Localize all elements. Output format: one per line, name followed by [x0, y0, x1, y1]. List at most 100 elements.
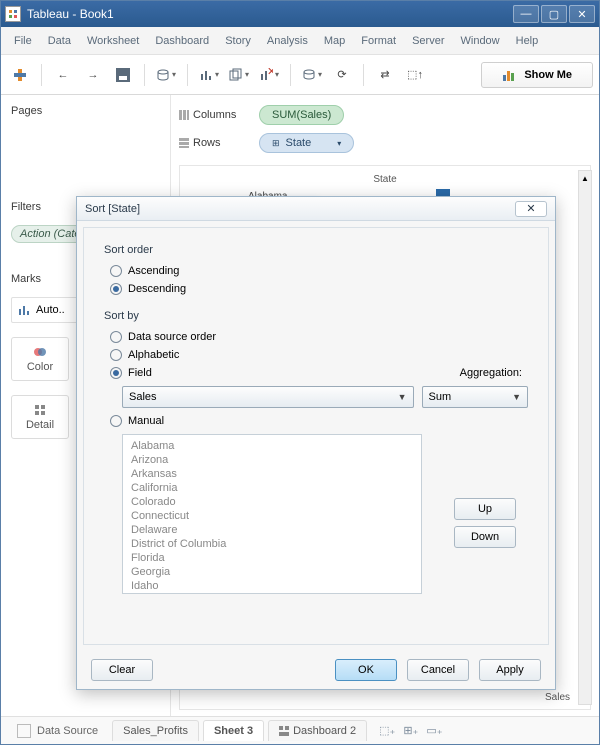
- menu-story[interactable]: Story: [218, 31, 258, 51]
- list-item[interactable]: California: [131, 481, 413, 495]
- viz-column-header: State: [188, 174, 582, 185]
- forward-button[interactable]: →: [80, 62, 106, 88]
- app-icon: [5, 6, 21, 22]
- ok-button[interactable]: OK: [335, 659, 397, 681]
- tableau-logo-icon[interactable]: [7, 62, 33, 88]
- aggregation-label: Aggregation:: [456, 367, 522, 379]
- dialog-titlebar: Sort [State] ✕: [77, 197, 555, 221]
- color-label: Color: [27, 361, 53, 373]
- window-title: Tableau - Book1: [27, 7, 511, 21]
- maximize-button[interactable]: ▢: [541, 5, 567, 23]
- menu-help[interactable]: Help: [509, 31, 546, 51]
- clear-button[interactable]: ✕: [256, 62, 282, 88]
- menu-format[interactable]: Format: [354, 31, 403, 51]
- list-item[interactable]: Florida: [131, 551, 413, 565]
- menu-file[interactable]: File: [7, 31, 39, 51]
- list-item[interactable]: Georgia: [131, 565, 413, 579]
- radio-icon: [110, 415, 122, 427]
- data-source-icon: [17, 724, 31, 738]
- bar-icon: [18, 304, 30, 316]
- pages-shelf[interactable]: [11, 129, 160, 189]
- rows-pill[interactable]: ⊞State▾: [259, 133, 354, 153]
- pages-title: Pages: [11, 101, 160, 121]
- menu-analysis[interactable]: Analysis: [260, 31, 315, 51]
- color-shelf[interactable]: Color: [11, 337, 69, 381]
- menu-dashboard[interactable]: Dashboard: [148, 31, 216, 51]
- list-item[interactable]: Connecticut: [131, 509, 413, 523]
- show-me-button[interactable]: Show Me: [481, 62, 593, 88]
- radio-field[interactable]: Field: [110, 367, 152, 379]
- color-icon: [33, 345, 47, 359]
- minimize-button[interactable]: —: [513, 5, 539, 23]
- sort-order-label: Sort order: [104, 244, 528, 256]
- radio-alphabetic[interactable]: Alphabetic: [104, 346, 528, 364]
- duplicate-button[interactable]: [226, 62, 252, 88]
- manual-listbox[interactable]: Alabama Arizona Arkansas California Colo…: [122, 434, 422, 594]
- columns-pill[interactable]: SUM(Sales): [259, 105, 344, 125]
- dialog-close-button[interactable]: ✕: [515, 201, 547, 217]
- columns-shelf[interactable]: Columns SUM(Sales): [179, 101, 591, 129]
- svg-text:✕: ✕: [267, 68, 273, 78]
- list-item[interactable]: Delaware: [131, 523, 413, 537]
- show-me-label: Show Me: [524, 69, 572, 81]
- sort-asc-button[interactable]: ⬚↑: [402, 62, 428, 88]
- radio-icon: [110, 349, 122, 361]
- rows-shelf[interactable]: Rows ⊞State▾: [179, 129, 591, 157]
- radio-ascending[interactable]: Ascending: [104, 262, 528, 280]
- marks-type-label: Auto..: [36, 304, 65, 316]
- cancel-button[interactable]: Cancel: [407, 659, 469, 681]
- dialog-title: Sort [State]: [85, 203, 140, 215]
- up-button[interactable]: Up: [454, 498, 516, 520]
- menu-map[interactable]: Map: [317, 31, 352, 51]
- new-worksheet-button[interactable]: [196, 62, 222, 88]
- apply-button[interactable]: Apply: [479, 659, 541, 681]
- aggregation-select[interactable]: Sum▼: [422, 386, 529, 408]
- rows-label: Rows: [179, 137, 249, 149]
- titlebar: Tableau - Book1 — ▢ ✕: [1, 1, 599, 27]
- refresh-button[interactable]: ⟳: [329, 62, 355, 88]
- detail-shelf[interactable]: Detail: [11, 395, 69, 439]
- radio-data-source-order[interactable]: Data source order: [104, 328, 528, 346]
- new-worksheet-icon[interactable]: ⬚₊: [379, 724, 395, 737]
- close-button[interactable]: ✕: [569, 5, 595, 23]
- menu-window[interactable]: Window: [454, 31, 507, 51]
- field-select[interactable]: Sales▼: [122, 386, 414, 408]
- radio-descending[interactable]: Descending: [104, 280, 528, 298]
- menu-data[interactable]: Data: [41, 31, 78, 51]
- menu-worksheet[interactable]: Worksheet: [80, 31, 146, 51]
- scrollbar[interactable]: ▲: [578, 170, 592, 705]
- clear-button[interactable]: Clear: [91, 659, 153, 681]
- radio-icon: [110, 265, 122, 277]
- swap-button[interactable]: ⇄: [372, 62, 398, 88]
- radio-icon: [110, 283, 122, 295]
- radio-manual[interactable]: Manual: [104, 412, 528, 430]
- radio-icon: [110, 367, 122, 379]
- new-story-icon[interactable]: ▭₊: [426, 724, 442, 737]
- list-item[interactable]: Idaho: [131, 579, 413, 593]
- save-button[interactable]: [110, 62, 136, 88]
- list-item[interactable]: Colorado: [131, 495, 413, 509]
- back-button[interactable]: ←: [50, 62, 76, 88]
- list-item[interactable]: Alabama: [131, 439, 413, 453]
- show-me-icon: [502, 68, 516, 82]
- down-button[interactable]: Down: [454, 526, 516, 548]
- tab-dashboard-2[interactable]: Dashboard 2: [268, 720, 367, 741]
- tab-sheet-3[interactable]: Sheet 3: [203, 720, 264, 741]
- new-dashboard-icon[interactable]: ⊞₊: [403, 724, 418, 737]
- radio-icon: [110, 331, 122, 343]
- menubar: File Data Worksheet Dashboard Story Anal…: [1, 27, 599, 55]
- columns-label: Columns: [179, 109, 249, 121]
- new-tab-icons: ⬚₊ ⊞₊ ▭₊: [379, 724, 442, 737]
- data-source-tab[interactable]: Data Source: [7, 720, 108, 742]
- sort-dialog: Sort [State] ✕ Sort order Ascending Desc…: [76, 196, 556, 690]
- sheet-tabs: Data Source Sales_Profits Sheet 3 Dashbo…: [1, 716, 599, 744]
- tab-sales-profits[interactable]: Sales_Profits: [112, 720, 199, 741]
- dialog-body: Sort order Ascending Descending Sort by …: [83, 227, 549, 645]
- auto-update-button[interactable]: [299, 62, 325, 88]
- list-item[interactable]: Arizona: [131, 453, 413, 467]
- sort-by-label: Sort by: [104, 310, 528, 322]
- new-data-source-button[interactable]: [153, 62, 179, 88]
- list-item[interactable]: Arkansas: [131, 467, 413, 481]
- list-item[interactable]: District of Columbia: [131, 537, 413, 551]
- menu-server[interactable]: Server: [405, 31, 451, 51]
